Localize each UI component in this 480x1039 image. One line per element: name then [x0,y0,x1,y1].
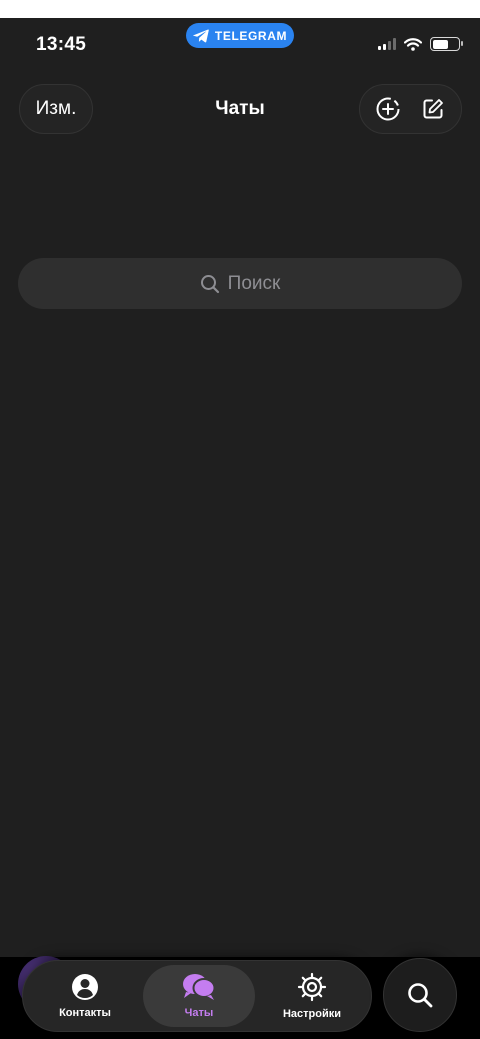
person-icon [72,974,98,1000]
status-icons [378,37,463,51]
cellular-signal-icon [378,38,396,50]
telegram-badge-label: TELEGRAM [214,28,288,43]
add-circle-icon [376,97,400,121]
tab-chats[interactable]: Чаты [143,965,255,1027]
global-search-button[interactable] [383,958,457,1032]
tab-settings[interactable]: Настройки [259,965,365,1027]
search-icon [200,274,219,293]
battery-icon [430,37,463,51]
new-story-button[interactable] [368,89,408,129]
status-time: 13:45 [36,34,87,55]
wifi-icon [404,37,422,51]
tab-bar: Контакты Чаты Настройки [22,960,372,1032]
compose-button[interactable] [413,89,453,129]
gear-icon [297,972,327,1002]
tab-contacts[interactable]: Контакты [31,965,139,1027]
chats-icon [183,974,216,1000]
telegram-badge[interactable]: TELEGRAM [186,23,294,48]
tab-settings-label: Настройки [282,1008,342,1020]
search-icon [408,983,433,1008]
telegram-plane-icon [193,29,209,42]
search-placeholder: Поиск [227,272,281,294]
header-actions [359,84,462,134]
tab-contacts-label: Контакты [59,1007,111,1019]
search-input[interactable]: Поиск [18,258,462,309]
tab-chats-label: Чаты [184,1007,214,1019]
chats-screen [0,18,480,959]
compose-icon [423,99,443,119]
